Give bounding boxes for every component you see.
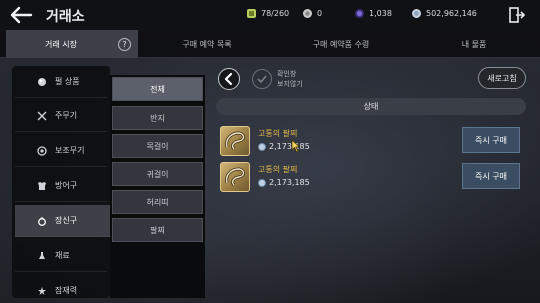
ring-icon <box>38 217 46 226</box>
sub-weapon-icon <box>37 145 47 156</box>
energy-icon <box>247 9 256 18</box>
help-icon[interactable]: ? <box>118 38 131 51</box>
crystal-counter: 1,038 <box>354 8 392 19</box>
category-main-weapon[interactable]: 주무기 <box>15 100 107 132</box>
pointer-cursor-icon <box>291 139 301 153</box>
crystal-icon <box>355 9 364 18</box>
subcategory-all[interactable]: 전체 <box>112 77 203 101</box>
hide-confirm-label: 확인창 보지않기 <box>277 70 303 88</box>
status-column-header: 상태 <box>216 98 526 115</box>
category-potential[interactable]: 잠재력 <box>15 275 107 298</box>
chevron-left-icon <box>224 72 233 86</box>
silver-icon <box>412 9 421 18</box>
category-sub-weapon[interactable]: 보조무기 <box>15 135 107 167</box>
subcategory-panel: 전체 반지 목걸이 귀걸이 허리띠 팔찌 <box>110 75 205 298</box>
listing-row[interactable]: 고통의 팔찌 2,173,185 즉시 구매 <box>216 126 526 158</box>
checkmark-icon <box>257 75 267 84</box>
list-back-button[interactable] <box>218 68 240 90</box>
hide-confirm-checkbox[interactable] <box>252 69 272 89</box>
energy-counter: 78/260 <box>246 8 289 19</box>
refresh-button[interactable]: 새로고침 <box>478 67 526 89</box>
armor-icon <box>38 181 46 190</box>
bracelet-item-icon <box>220 126 250 156</box>
silver-counter: 502,962,146 <box>411 8 477 19</box>
subcategory-bracelet[interactable]: 팔찌 <box>112 218 203 242</box>
category-pearl-items[interactable]: 펄 상품 <box>15 66 107 98</box>
subcategory-belt[interactable]: 허리띠 <box>112 190 203 214</box>
item-price: 2,173,185 <box>258 178 310 187</box>
subcategory-necklace[interactable]: 목걸이 <box>112 134 203 158</box>
tab-my-items[interactable]: 내 물품 <box>408 30 540 58</box>
tab-bar: 거래 시장 ? 구매 예약 목록 구매 예약품 수령 내 물품 <box>0 30 540 58</box>
exit-icon[interactable] <box>508 6 526 24</box>
silver-icon <box>258 178 266 187</box>
subcategory-ring[interactable]: 반지 <box>112 106 203 130</box>
coin-counter: 0 <box>302 8 322 19</box>
item-name: 고통의 팔찌 <box>258 129 298 138</box>
buy-now-button[interactable]: 즉시 구매 <box>462 163 520 189</box>
category-material[interactable]: 재료 <box>15 240 107 272</box>
item-name: 고통의 팔찌 <box>258 165 298 174</box>
crossed-swords-icon <box>37 111 47 120</box>
silver-icon <box>258 142 266 151</box>
category-accessory[interactable]: 장신구 <box>15 205 110 237</box>
silver-coin-icon <box>303 9 312 18</box>
back-arrow-icon[interactable] <box>8 5 34 25</box>
tab-purchase-reservations[interactable]: 구매 예약 목록 <box>140 30 274 58</box>
pearl-icon <box>38 77 46 86</box>
buy-now-button[interactable]: 즉시 구매 <box>462 127 520 153</box>
page-title: 거래소 <box>46 9 85 25</box>
listing-row[interactable]: 고통의 팔찌 2,173,185 즉시 구매 <box>216 162 526 194</box>
potential-icon <box>38 286 46 295</box>
material-icon <box>39 251 45 259</box>
bracelet-item-icon <box>220 162 250 192</box>
item-price: 2,173,185 <box>258 142 310 151</box>
tab-receive-reservations[interactable]: 구매 예약품 수령 <box>274 30 408 58</box>
subcategory-earring[interactable]: 귀걸이 <box>112 162 203 186</box>
category-armor[interactable]: 방어구 <box>15 170 107 202</box>
category-sidebar: 펄 상품 주무기 보조무기 방어구 장신구 재료 잠재력 <box>12 66 110 298</box>
top-bar: 거래소 78/260 0 1,038 502,962,146 <box>0 0 540 30</box>
